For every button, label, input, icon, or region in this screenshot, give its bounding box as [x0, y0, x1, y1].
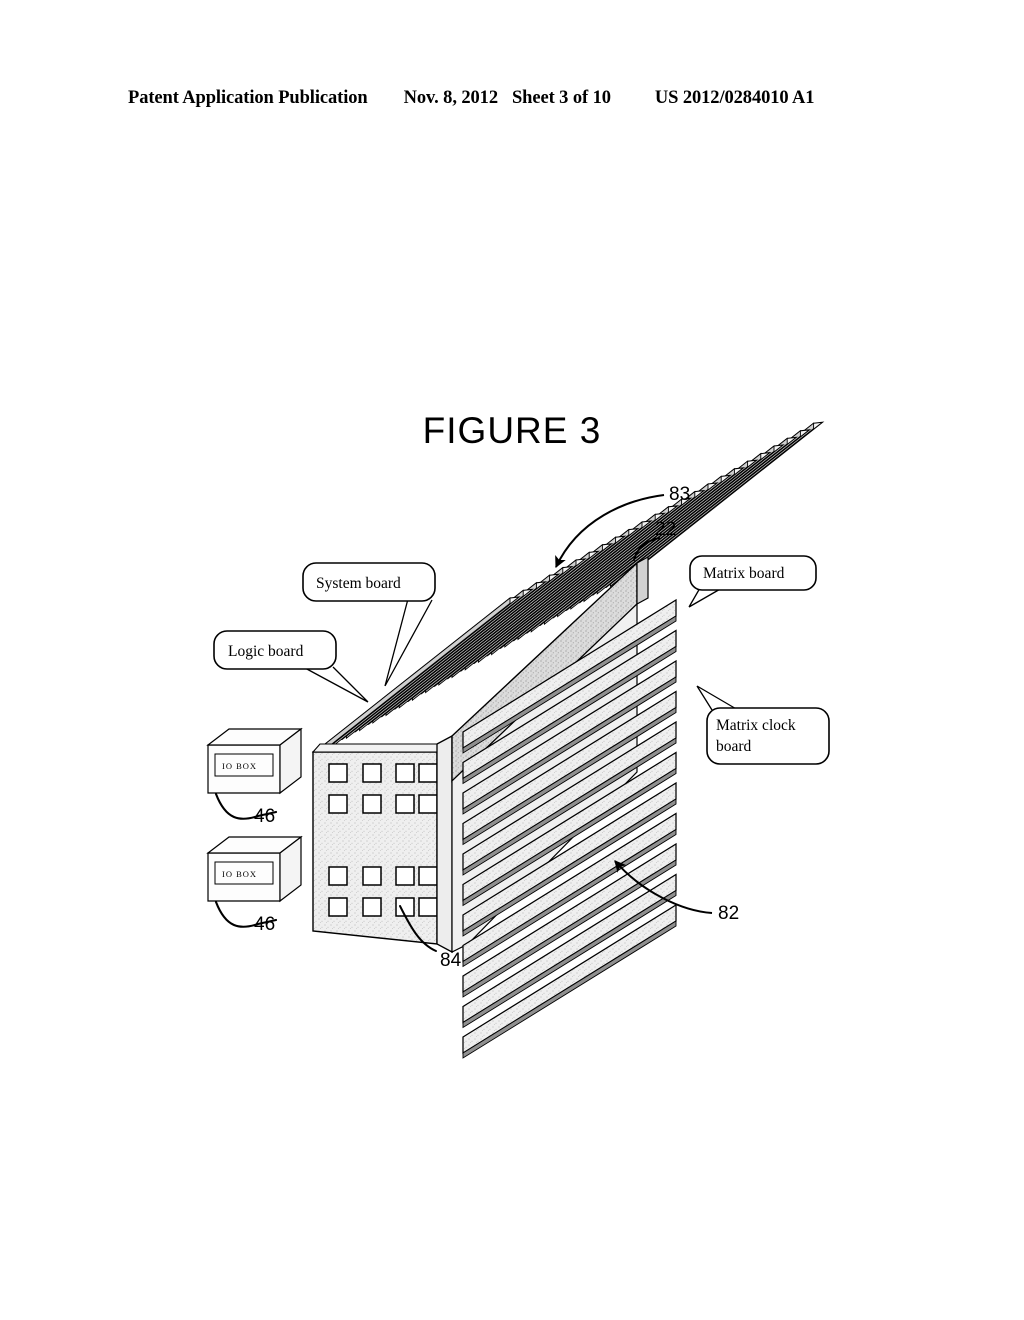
callout-system-board-label: System board [316, 575, 401, 592]
ref-46-top: 46 [254, 806, 275, 827]
socket [362, 794, 382, 814]
callout-matrix-board-label: Matrix board [703, 565, 785, 582]
socket [395, 794, 415, 814]
io-box-top: IO BOX 46 [206, 727, 303, 827]
io-box-top-label: IO BOX [222, 761, 257, 771]
callout-logic-board-tail [304, 666, 369, 703]
socket [418, 897, 438, 917]
ref-46-bottom: 46 [254, 914, 275, 935]
callout-matrix-board-tail [688, 587, 723, 608]
front-panel-top-bevel [311, 743, 446, 753]
socket [395, 763, 415, 783]
socket [328, 794, 348, 814]
callout-logic-board: Logic board [213, 630, 369, 703]
ref-83: 83 [669, 484, 690, 505]
socket [418, 763, 438, 783]
spine-top-rail [636, 555, 649, 606]
callout-logic-board-label: Logic board [228, 643, 304, 660]
spine-front-edge [436, 734, 453, 954]
socket [362, 897, 382, 917]
socket [395, 866, 415, 886]
socket [418, 866, 438, 886]
callout-matrix-clock-board: Matrix clock board [696, 685, 830, 765]
callout-matrix-clock-board-label-2: board [716, 738, 752, 755]
socket [328, 866, 348, 886]
socket [328, 763, 348, 783]
io-box-bottom-label: IO BOX [222, 869, 257, 879]
socket [328, 897, 348, 917]
callout-matrix-clock-board-label-1: Matrix clock [716, 717, 796, 734]
ref-22: 22 [655, 519, 676, 540]
figure-drawing: IO BOX 46 IO BOX 46 System board Logic b… [0, 0, 1024, 1320]
socket [362, 866, 382, 886]
ref-84: 84 [440, 950, 462, 971]
callout-matrix-board: Matrix board [688, 555, 817, 608]
io-box-bottom: IO BOX 46 [206, 835, 303, 935]
ref-82: 82 [718, 903, 739, 924]
front-panel-assembly [311, 743, 446, 945]
socket [395, 897, 415, 917]
callout-matrix-clock-board-tail [696, 685, 739, 711]
socket [418, 794, 438, 814]
socket [362, 763, 382, 783]
